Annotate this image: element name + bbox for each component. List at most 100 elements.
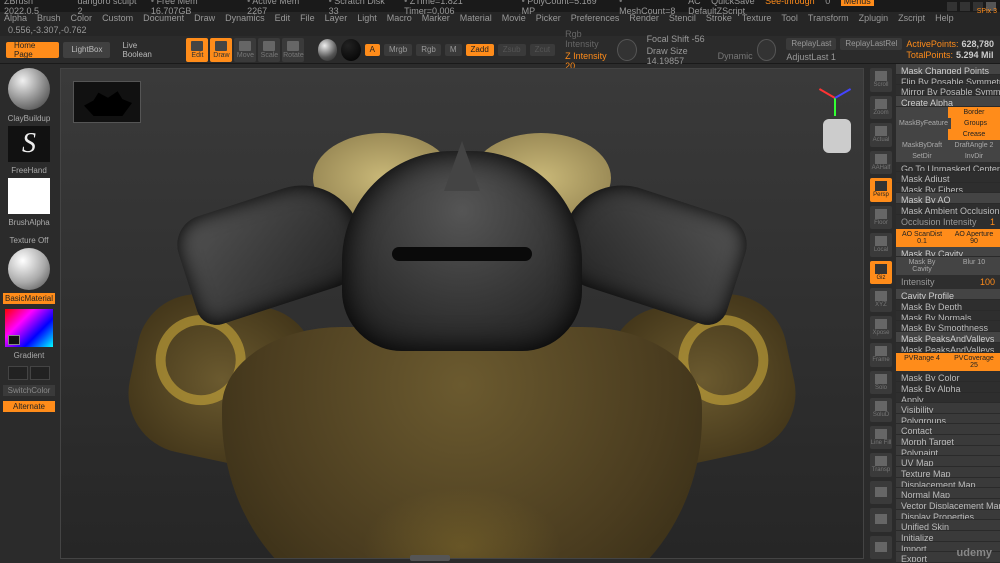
tray-mask-adjust[interactable]: Mask Adjust — [896, 172, 1000, 183]
tray-mask-peaksandvalleys[interactable]: Mask PeaksAndValleys — [896, 343, 1000, 354]
lightbox-button[interactable]: LightBox — [63, 42, 110, 58]
tray-mirror-by-posable-symmetry[interactable]: Mirror By Posable Symmetry — [896, 85, 1000, 96]
menu-dynamics[interactable]: Dynamics — [225, 13, 265, 23]
tray-cell[interactable] — [896, 129, 948, 140]
axis-gizmo-icon[interactable] — [815, 79, 853, 117]
tray-normal-map[interactable]: Normal Map — [896, 488, 1000, 499]
tray-mask-by-normals[interactable]: Mask By Normals — [896, 311, 1000, 322]
brush-preview-icon[interactable] — [8, 68, 50, 110]
tray-unified-skin[interactable]: Unified Skin — [896, 520, 1000, 531]
tray-initialize[interactable]: Initialize — [896, 531, 1000, 542]
tray-mask-by-depth[interactable]: Mask By Depth — [896, 300, 1000, 311]
menu-preferences[interactable]: Preferences — [571, 13, 620, 23]
tray-mask-by-cavity[interactable]: Mask By Cavity — [896, 257, 948, 275]
menu-layer[interactable]: Layer — [325, 13, 348, 23]
stroke-preview-icon[interactable]: S — [8, 126, 50, 162]
giz-button[interactable]: Giz — [870, 261, 892, 285]
tray-polygroups[interactable]: Polygroups — [896, 414, 1000, 425]
color-picker[interactable] — [5, 309, 53, 347]
black-sphere-icon[interactable] — [341, 39, 360, 61]
tray-border[interactable]: Border — [948, 107, 1000, 118]
solud-button[interactable]: SoluD — [870, 398, 892, 422]
tray-setdir[interactable]: SetDir — [896, 151, 948, 162]
menu-edit[interactable]: Edit — [275, 13, 291, 23]
texture-off-label[interactable]: Texture Off — [10, 236, 49, 245]
tray-groups[interactable]: Groups — [951, 118, 1000, 129]
tray-texture-map[interactable]: Texture Map — [896, 467, 1000, 478]
tray-mask-changed-points[interactable]: Mask Changed Points — [896, 64, 1000, 75]
camera-head-icon[interactable] — [823, 119, 851, 153]
tool-button[interactable] — [870, 508, 892, 532]
gradient-sphere-icon[interactable] — [318, 39, 337, 61]
menu-zscript[interactable]: Zscript — [898, 13, 925, 23]
draw-size-slider[interactable]: Draw Size 14.19857 — [647, 46, 714, 66]
menu-macro[interactable]: Macro — [387, 13, 412, 23]
tray-visibility[interactable]: Visibility — [896, 403, 1000, 414]
tray-cell[interactable] — [896, 107, 948, 118]
solo-button[interactable]: Solo — [870, 371, 892, 395]
edit-mode-button[interactable]: Edit — [186, 38, 208, 62]
tray-maskbydraft[interactable]: MaskByDraft — [896, 140, 948, 151]
tool-button[interactable] — [870, 536, 892, 560]
rotate-mode-button[interactable]: Rotate — [282, 38, 304, 62]
tray-cavity-profile[interactable]: Cavity Profile — [896, 289, 1000, 300]
menu-light[interactable]: Light — [357, 13, 377, 23]
alpha-thumbnail[interactable] — [73, 81, 141, 123]
zadd-button[interactable]: Zadd — [466, 44, 494, 56]
menu-texture[interactable]: Texture — [742, 13, 772, 23]
aahalf-button[interactable]: AAHalf — [870, 151, 892, 175]
tray-mask-by-ao[interactable]: Mask By AO — [896, 193, 1000, 204]
tray-draftangle-2[interactable]: DraftAngle 2 — [948, 140, 1000, 151]
tray-mask-by-cavity[interactable]: Mask By Cavity — [896, 247, 1000, 258]
menu-stroke[interactable]: Stroke — [706, 13, 732, 23]
tray-mask-ambient-occlusion[interactable]: Mask Ambient Occlusion — [896, 204, 1000, 215]
frame-button[interactable]: Frame — [870, 343, 892, 367]
minimize-icon[interactable] — [947, 2, 957, 11]
menu-tool[interactable]: Tool — [781, 13, 798, 23]
menu-draw[interactable]: Draw — [194, 13, 215, 23]
tray-uv-map[interactable]: UV Map — [896, 456, 1000, 467]
tray-contact[interactable]: Contact — [896, 424, 1000, 435]
menu-picker[interactable]: Picker — [536, 13, 561, 23]
rgb-button[interactable]: Rgb — [416, 44, 441, 56]
tray-ao-aperture-90[interactable]: AO Aperture 90 — [948, 229, 1000, 247]
tray-ao-scandist-0-1[interactable]: AO ScanDist 0.1 — [896, 229, 948, 247]
menu-file[interactable]: File — [300, 13, 315, 23]
canvas-viewport[interactable] — [60, 68, 864, 559]
seethrough-label[interactable]: See-through — [765, 0, 815, 6]
menu-transform[interactable]: Transform — [808, 13, 849, 23]
tray-polypaint[interactable]: Polypaint — [896, 446, 1000, 457]
menu-help[interactable]: Help — [935, 13, 954, 23]
tray-maskbyfeature[interactable]: MaskByFeature — [896, 118, 951, 129]
replay-last-button[interactable]: ReplayLast — [786, 38, 836, 50]
local-button[interactable]: Local — [870, 233, 892, 257]
zcut-button[interactable]: Zcut — [530, 44, 556, 56]
m-button[interactable]: M — [445, 44, 462, 56]
slider-intensity[interactable]: Intensity100 — [896, 275, 1000, 289]
menu-zplugin[interactable]: Zplugin — [859, 13, 889, 23]
tray-mask-by-smoothness[interactable]: Mask By Smoothness — [896, 321, 1000, 332]
actual-button[interactable]: Actual — [870, 123, 892, 147]
menu-movie[interactable]: Movie — [502, 13, 526, 23]
tray-crease[interactable]: Crease — [948, 129, 1000, 140]
tray-pvcoverage-25[interactable]: PVCoverage 25 — [948, 353, 1000, 371]
xpose-button[interactable]: Xpose — [870, 316, 892, 340]
tray-morph-target[interactable]: Morph Target — [896, 435, 1000, 446]
tray-mask-by-fibers[interactable]: Mask By Fibers — [896, 183, 1000, 194]
tray-flip-by-posable-symmetry[interactable]: Flip By Posable Symmetry — [896, 75, 1000, 86]
draw-dial-icon[interactable] — [757, 39, 777, 61]
tray-display-properties[interactable]: Display Properties — [896, 510, 1000, 521]
dynamic-toggle[interactable]: Dynamic — [718, 51, 753, 61]
tray-mask-peaksandvalleys[interactable]: Mask PeaksAndValleys — [896, 332, 1000, 343]
tray-create-alpha[interactable]: Create Alpha — [896, 96, 1000, 107]
color-swatches[interactable] — [8, 366, 50, 380]
alpha-preview-icon[interactable] — [8, 178, 50, 214]
tray-pvrange-4[interactable]: PVRange 4 — [896, 353, 948, 371]
focal-dial-icon[interactable] — [617, 39, 637, 61]
menu-brush[interactable]: Brush — [37, 13, 61, 23]
scale-mode-button[interactable]: Scale — [258, 38, 280, 62]
zsub-button[interactable]: Zsub — [498, 44, 526, 56]
draw-mode-button[interactable]: Draw — [210, 38, 232, 62]
menu-alpha[interactable]: Alpha — [4, 13, 27, 23]
tool-button[interactable] — [870, 481, 892, 505]
